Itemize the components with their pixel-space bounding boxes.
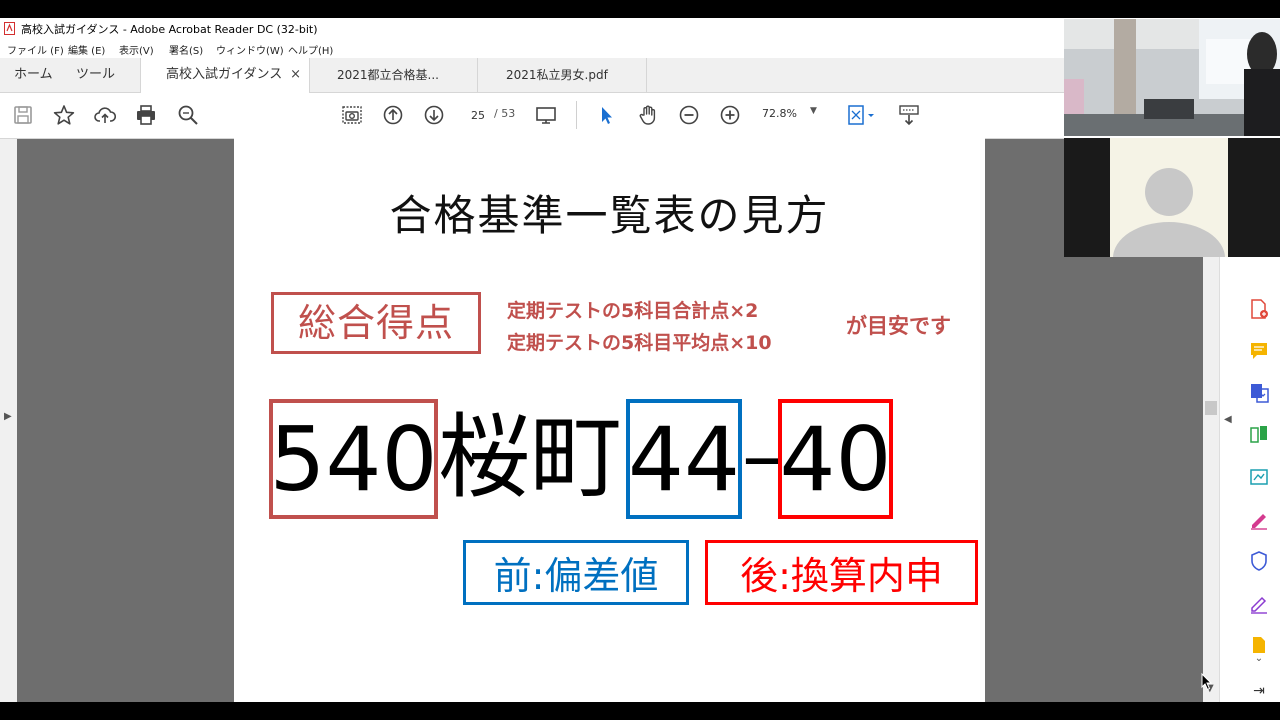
tab-tools[interactable]: ツール	[76, 58, 115, 92]
toolbar-separator	[576, 101, 577, 129]
mouse-cursor-icon	[1201, 672, 1213, 695]
scan-icon[interactable]	[1247, 465, 1271, 489]
camera-icon[interactable]	[340, 103, 364, 127]
formula-suffix: が目安です	[846, 314, 951, 338]
slide-heading: 合格基準一覧表の見方	[389, 191, 830, 240]
cloud-upload-icon[interactable]	[93, 103, 117, 127]
video-tile-presenter[interactable]	[1064, 19, 1280, 136]
tab-document-2[interactable]: 2021都立合格基...	[309, 58, 478, 92]
star-icon[interactable]	[52, 103, 76, 127]
tab-document-3[interactable]: 2021私立男女.pdf	[478, 58, 647, 92]
deviation-box: 44	[626, 399, 742, 519]
zoom-in-icon[interactable]	[718, 103, 742, 127]
arrow-down-circle-icon[interactable]	[422, 103, 446, 127]
page-number-input[interactable]	[462, 104, 494, 126]
legend-front: 前:偏差値	[463, 540, 689, 605]
scroll-thumb[interactable]	[1205, 401, 1217, 415]
comment-icon[interactable]	[1247, 339, 1271, 363]
organize-pages-icon[interactable]	[1247, 423, 1271, 447]
presenter-video-image	[1064, 19, 1280, 136]
total-score-box: 540	[269, 399, 438, 519]
separator-dash: –	[742, 409, 782, 502]
monitor-icon[interactable]	[534, 103, 558, 127]
zoom-level[interactable]: 72.8%	[762, 107, 797, 120]
menu-window[interactable]: ウィンドウ(W)	[216, 42, 284, 57]
hand-icon[interactable]	[636, 103, 660, 127]
avatar	[1113, 168, 1225, 257]
shield-icon[interactable]	[1247, 549, 1271, 573]
save-icon[interactable]	[11, 103, 35, 127]
tab-close-icon[interactable]: ×	[290, 58, 301, 92]
participant-avatar-bg	[1110, 138, 1228, 257]
school-name: 桜町	[438, 404, 623, 511]
left-panel-toggle[interactable]: ▶	[0, 139, 17, 702]
page-fit-icon[interactable]	[845, 103, 877, 127]
tab-home[interactable]: ホーム	[14, 58, 53, 92]
pdf-page: 合格基準一覧表の見方 総合得点 定期テストの5科目合計点×2 定期テストの5科目…	[234, 138, 985, 702]
naishin-box: 40	[778, 399, 893, 519]
collapse-pane-icon[interactable]: ⇥	[1247, 679, 1271, 702]
zoom-out-icon[interactable]	[677, 103, 701, 127]
menu-help[interactable]: ヘルプ(H)	[288, 42, 333, 57]
chevron-down-icon[interactable]: ⌄	[1247, 651, 1271, 665]
chevron-down-icon[interactable]: ▼	[810, 106, 817, 116]
naishin-value: 40	[779, 407, 892, 511]
acrobat-icon	[4, 22, 15, 35]
deviation-value: 44	[628, 407, 740, 511]
arrow-up-circle-icon[interactable]	[381, 103, 405, 127]
export-pdf-icon[interactable]	[1247, 381, 1271, 405]
tab-document-3-label: 2021私立男女.pdf	[506, 68, 608, 82]
keyboard-download-icon[interactable]	[897, 103, 921, 127]
window-title: 高校入試ガイダンス - Adobe Acrobat Reader DC (32-…	[21, 23, 318, 36]
score-label-box: 総合得点	[271, 292, 481, 354]
total-score: 540	[269, 407, 438, 511]
formula-line-1: 定期テストの5科目合計点×2	[507, 300, 759, 322]
menu-edit[interactable]: 編集 (E)	[68, 42, 105, 57]
signature-icon[interactable]	[1247, 591, 1271, 615]
chevron-right-icon[interactable]: ▶	[4, 411, 12, 422]
search-icon[interactable]	[176, 103, 200, 127]
printer-icon[interactable]	[134, 103, 158, 127]
video-tile-participant[interactable]	[1064, 138, 1280, 257]
page-total: / 53	[494, 107, 516, 120]
menu-view[interactable]: 表示(V)	[119, 42, 154, 57]
create-pdf-icon[interactable]	[1247, 297, 1271, 321]
legend-back: 後:換算内申	[705, 540, 978, 605]
formula-line-2: 定期テストの5科目平均点×10	[507, 332, 772, 354]
tab-document-label: 高校入試ガイダンス	[166, 67, 283, 82]
chevron-left-icon[interactable]: ◀	[1224, 414, 1232, 425]
cursor-arrow-icon[interactable]	[594, 103, 618, 127]
tab-document-2-label: 2021都立合格基...	[337, 68, 439, 82]
menu-sign[interactable]: 署名(S)	[169, 42, 203, 57]
tab-document-active[interactable]: 高校入試ガイダンス ×	[140, 58, 310, 93]
fill-sign-icon[interactable]	[1247, 507, 1271, 531]
menu-file[interactable]: ファイル (F)	[7, 42, 64, 57]
